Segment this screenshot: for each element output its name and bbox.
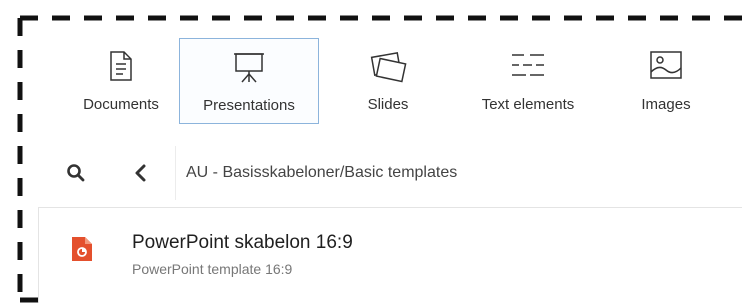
navigation-bar: AU - Basisskabeloner/Basic templates <box>38 146 742 200</box>
tab-presentations[interactable]: Presentations <box>179 38 319 124</box>
tab-images[interactable]: Images <box>626 38 706 124</box>
tab-presentations-label: Presentations <box>203 97 295 114</box>
image-icon <box>650 51 682 79</box>
nav-divider <box>175 146 176 200</box>
tab-text-elements[interactable]: Text elements <box>463 38 593 124</box>
search-icon[interactable] <box>66 163 86 183</box>
tab-text-elements-label: Text elements <box>481 96 575 113</box>
breadcrumb[interactable]: AU - Basisskabeloner/Basic templates <box>186 164 457 182</box>
presentation-board-icon <box>234 53 264 83</box>
list-item[interactable]: PowerPoint skabelon 16:9 PowerPoint temp… <box>39 208 742 298</box>
tab-images-label: Images <box>641 96 691 113</box>
text-lines-icon <box>512 54 544 76</box>
tab-slides[interactable]: Slides <box>348 38 428 124</box>
item-subtitle: PowerPoint template 16:9 <box>132 261 293 277</box>
slides-stack-icon <box>370 52 407 83</box>
tab-documents[interactable]: Documents <box>58 38 184 124</box>
item-title: PowerPoint skabelon 16:9 <box>132 232 353 253</box>
document-icon <box>110 51 132 81</box>
template-list: PowerPoint skabelon 16:9 PowerPoint temp… <box>38 207 742 303</box>
category-tabs: Documents Presentations Slides Text elem… <box>38 38 742 124</box>
chevron-left-icon[interactable] <box>133 163 147 183</box>
tab-documents-label: Documents <box>83 96 159 113</box>
powerpoint-file-icon <box>72 237 92 261</box>
tab-slides-label: Slides <box>367 96 409 113</box>
